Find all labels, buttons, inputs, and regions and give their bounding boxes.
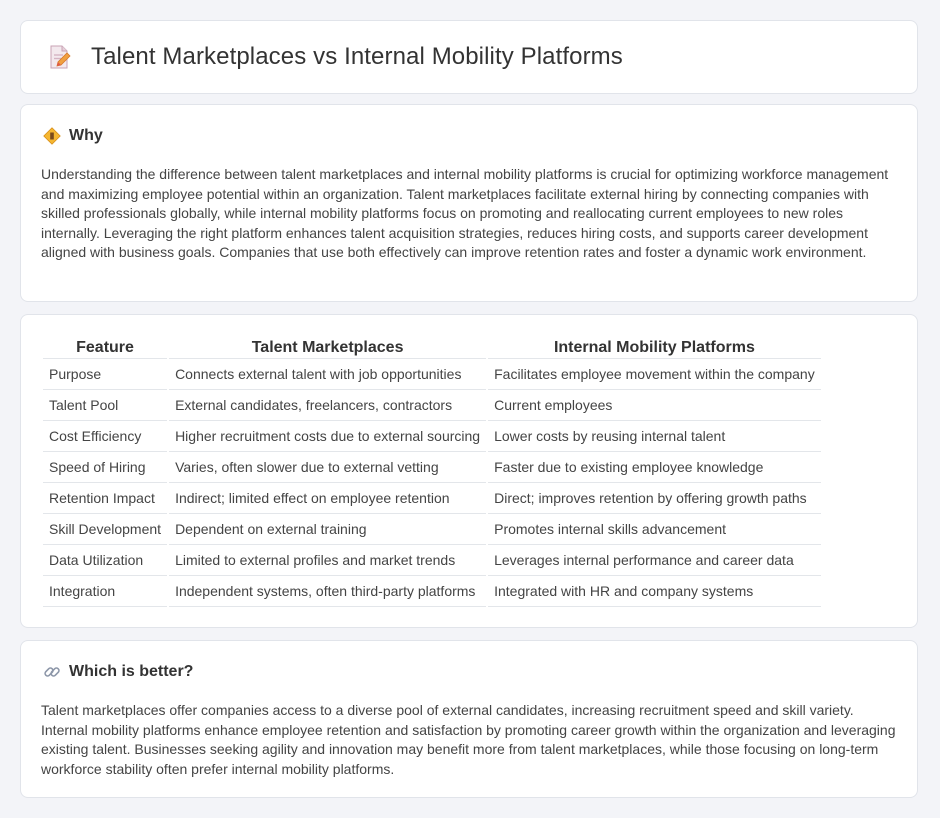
diamond-warning-icon [43, 127, 61, 145]
header-talent-marketplaces: Talent Marketplaces [169, 337, 487, 359]
why-title: Why [69, 127, 103, 144]
feature-cell: Skill Development [43, 514, 168, 545]
feature-cell: Cost Efficiency [43, 421, 168, 452]
marketplace-cell: Dependent on external training [169, 514, 487, 545]
comparison-card: Feature Talent Marketplaces Internal Mob… [20, 314, 918, 628]
mobility-cell: Lower costs by reusing internal talent [488, 421, 821, 452]
better-heading: Which is better? [43, 663, 193, 681]
why-card: Why Understanding the difference between… [20, 104, 918, 302]
table-row: Retention Impact Indirect; limited effec… [43, 483, 821, 514]
feature-cell: Talent Pool [43, 390, 168, 421]
header-card: Talent Marketplaces vs Internal Mobility… [20, 20, 918, 94]
feature-cell: Data Utilization [43, 545, 168, 576]
marketplace-cell: Limited to external profiles and market … [169, 545, 487, 576]
feature-cell: Integration [43, 576, 168, 607]
mobility-cell: Integrated with HR and company systems [488, 576, 821, 607]
mobility-cell: Direct; improves retention by offering g… [488, 483, 821, 514]
table-row: Skill Development Dependent on external … [43, 514, 821, 545]
feature-cell: Speed of Hiring [43, 452, 168, 483]
table-row: Purpose Connects external talent with jo… [43, 359, 821, 390]
header-internal-mobility: Internal Mobility Platforms [488, 337, 821, 359]
marketplace-cell: Indirect; limited effect on employee ret… [169, 483, 487, 514]
table-row: Data Utilization Limited to external pro… [43, 545, 821, 576]
which-is-better-card: Which is better? Talent marketplaces off… [20, 640, 918, 798]
marketplace-cell: Connects external talent with job opport… [169, 359, 487, 390]
table-row: Talent Pool External candidates, freelan… [43, 390, 821, 421]
table-row: Integration Independent systems, often t… [43, 576, 821, 607]
marketplace-cell: Varies, often slower due to external vet… [169, 452, 487, 483]
why-body: Understanding the difference between tal… [41, 166, 889, 260]
marketplace-cell: Higher recruitment costs due to external… [169, 421, 487, 452]
table-row: Cost Efficiency Higher recruitment costs… [43, 421, 821, 452]
table-row: Speed of Hiring Varies, often slower due… [43, 452, 821, 483]
feature-cell: Purpose [43, 359, 168, 390]
feature-cell: Retention Impact [43, 483, 168, 514]
mobility-cell: Current employees [488, 390, 821, 421]
better-title: Which is better? [69, 663, 194, 680]
title-row: Talent Marketplaces vs Internal Mobility… [45, 43, 623, 71]
table-header-row: Feature Talent Marketplaces Internal Mob… [43, 337, 821, 359]
marketplace-cell: External candidates, freelancers, contra… [169, 390, 487, 421]
document-pencil-icon [50, 45, 71, 69]
mobility-cell: Leverages internal performance and caree… [488, 545, 821, 576]
mobility-cell: Promotes internal skills advancement [488, 514, 821, 545]
why-heading: Why [43, 127, 103, 145]
mobility-cell: Faster due to existing employee knowledg… [488, 452, 821, 483]
mobility-cell: Facilitates employee movement within the… [488, 359, 821, 390]
marketplace-cell: Independent systems, often third-party p… [169, 576, 487, 607]
link-icon [44, 667, 60, 677]
header-feature: Feature [43, 337, 168, 359]
better-body: Talent marketplaces offer companies acce… [41, 702, 896, 777]
page-title: Talent Marketplaces vs Internal Mobility… [91, 43, 623, 70]
comparison-table: Feature Talent Marketplaces Internal Mob… [41, 337, 823, 607]
